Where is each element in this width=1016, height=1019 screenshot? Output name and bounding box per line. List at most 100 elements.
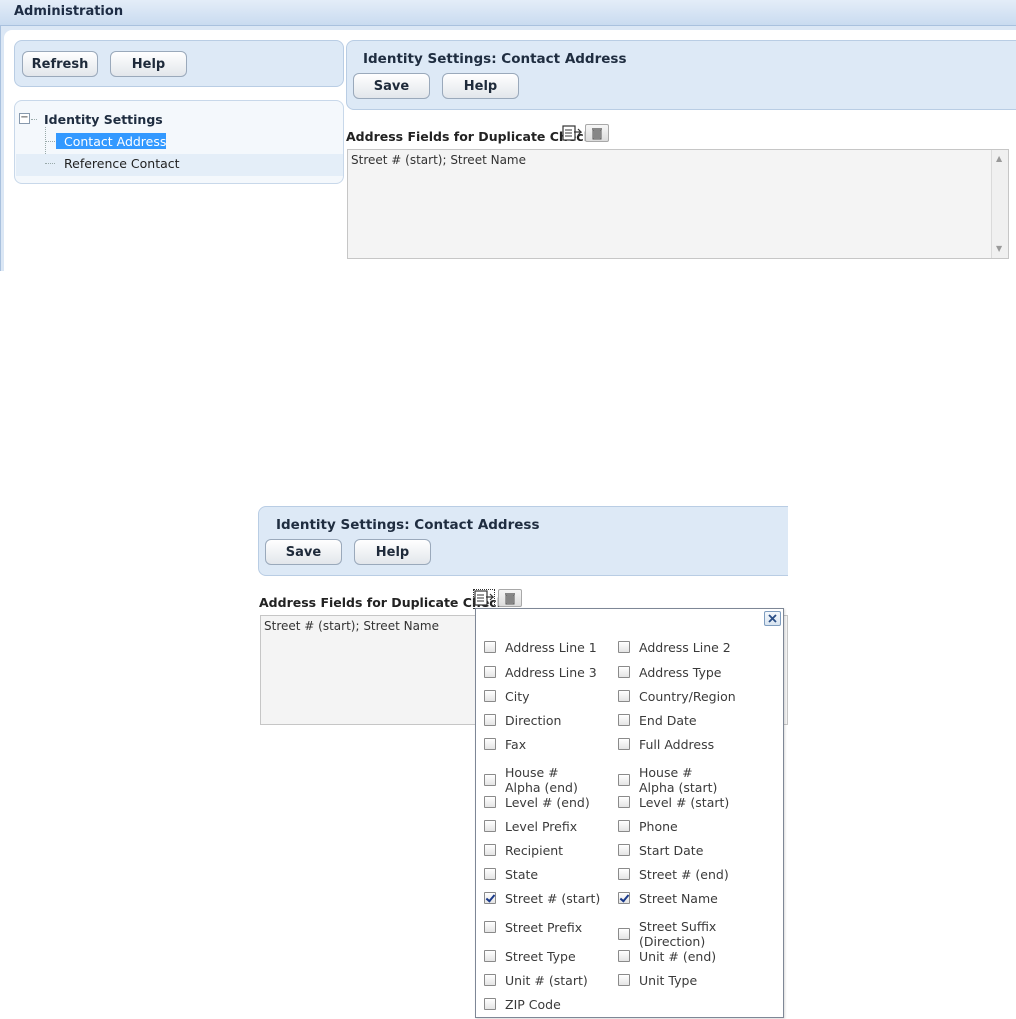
checkbox-icon[interactable] bbox=[618, 796, 630, 808]
checkbox-icon[interactable] bbox=[618, 950, 630, 962]
option-house-alpha-start[interactable]: House # Alpha (start) bbox=[618, 765, 778, 795]
checkbox-icon[interactable] bbox=[618, 666, 630, 678]
option-recipient[interactable]: Recipient bbox=[484, 842, 612, 858]
tree-item-contact-address[interactable]: Contact Address bbox=[64, 134, 166, 149]
option-street-start[interactable]: Street # (start) bbox=[484, 890, 612, 906]
checkbox-icon[interactable] bbox=[618, 974, 630, 986]
checkbox-icon[interactable] bbox=[618, 690, 630, 702]
checkbox-icon[interactable] bbox=[484, 950, 496, 962]
clear-trash-icon-2[interactable] bbox=[498, 589, 522, 607]
option-label: House # Alpha (start) bbox=[639, 765, 718, 795]
option-address-type[interactable]: Address Type bbox=[618, 664, 778, 680]
option-level-prefix[interactable]: Level Prefix bbox=[484, 818, 612, 834]
option-label: Unit Type bbox=[639, 972, 698, 988]
field-picker-icon-active[interactable] bbox=[473, 589, 495, 609]
option-end-date[interactable]: End Date bbox=[618, 712, 778, 728]
option-level-start[interactable]: Level # (start) bbox=[618, 794, 778, 810]
checkbox-icon[interactable] bbox=[484, 998, 496, 1010]
option-label: Street Type bbox=[505, 948, 576, 964]
tree-root-identity-settings[interactable]: Identity Settings bbox=[44, 112, 163, 127]
option-fax[interactable]: Fax bbox=[484, 736, 612, 752]
checkbox-icon[interactable] bbox=[484, 921, 496, 933]
option-start-date[interactable]: Start Date bbox=[618, 842, 778, 858]
checkbox-icon[interactable] bbox=[484, 666, 496, 678]
checkbox-icon[interactable] bbox=[618, 844, 630, 856]
checkbox-icon[interactable] bbox=[484, 844, 496, 856]
option-street-prefix[interactable]: Street Prefix bbox=[484, 919, 612, 935]
checkbox-icon[interactable] bbox=[618, 774, 630, 786]
option-label: Phone bbox=[639, 818, 678, 834]
close-icon[interactable] bbox=[764, 611, 781, 626]
option-country-region[interactable]: Country/Region bbox=[618, 688, 778, 704]
option-label: Street Prefix bbox=[505, 919, 583, 935]
option-label: Direction bbox=[505, 712, 562, 728]
option-label: Recipient bbox=[505, 842, 564, 858]
detail-help-button-2[interactable]: Help bbox=[354, 539, 431, 565]
checkbox-icon[interactable] bbox=[484, 714, 496, 726]
option-label: Address Line 3 bbox=[505, 664, 597, 680]
option-street-name[interactable]: Street Name bbox=[618, 890, 778, 906]
checkbox-icon[interactable] bbox=[618, 868, 630, 880]
option-label: Address Line 2 bbox=[639, 639, 731, 655]
textarea-scrollbar[interactable]: ▲ ▼ bbox=[991, 150, 1008, 258]
option-unit-end[interactable]: Unit # (end) bbox=[618, 948, 778, 964]
option-state[interactable]: State bbox=[484, 866, 612, 882]
field-picker-icon[interactable] bbox=[562, 125, 583, 143]
option-address-line-3[interactable]: Address Line 3 bbox=[484, 664, 612, 680]
checkbox-icon[interactable] bbox=[618, 641, 630, 653]
checkbox-icon[interactable] bbox=[484, 690, 496, 702]
option-phone[interactable]: Phone bbox=[618, 818, 778, 834]
option-street-end[interactable]: Street # (end) bbox=[618, 866, 778, 882]
option-label: Start Date bbox=[639, 842, 704, 858]
checkbox-checked-icon[interactable] bbox=[484, 892, 496, 904]
option-zip-code[interactable]: ZIP Code bbox=[484, 996, 612, 1012]
checkbox-icon[interactable] bbox=[484, 738, 496, 750]
option-label: Level Prefix bbox=[505, 818, 578, 834]
checkbox-icon[interactable] bbox=[618, 928, 630, 940]
checkbox-icon[interactable] bbox=[484, 774, 496, 786]
option-label: Unit # (end) bbox=[639, 948, 717, 964]
detail-header-title: Identity Settings: Contact Address bbox=[363, 51, 627, 67]
option-street-type[interactable]: Street Type bbox=[484, 948, 612, 964]
checkbox-icon[interactable] bbox=[618, 738, 630, 750]
checkbox-icon[interactable] bbox=[484, 868, 496, 880]
option-house-alpha-end[interactable]: House # Alpha (end) bbox=[484, 765, 612, 795]
checkbox-icon[interactable] bbox=[618, 714, 630, 726]
detail-help-button[interactable]: Help bbox=[442, 73, 519, 99]
option-label: Country/Region bbox=[639, 688, 736, 704]
scroll-up-icon[interactable]: ▲ bbox=[996, 154, 1002, 163]
option-label: Street # (end) bbox=[639, 866, 729, 882]
scroll-down-icon[interactable]: ▼ bbox=[996, 244, 1002, 253]
checkbox-icon[interactable] bbox=[484, 820, 496, 832]
option-street-suffix-direction[interactable]: Street Suffix (Direction) bbox=[618, 919, 778, 949]
save-button-2[interactable]: Save bbox=[265, 539, 342, 565]
duplicate-check-label: Address Fields for Duplicate Check bbox=[346, 129, 593, 144]
checkbox-icon[interactable] bbox=[618, 820, 630, 832]
option-address-line-1[interactable]: Address Line 1 bbox=[484, 639, 612, 655]
checkbox-icon[interactable] bbox=[484, 974, 496, 986]
option-full-address[interactable]: Full Address bbox=[618, 736, 778, 752]
checkbox-icon[interactable] bbox=[484, 641, 496, 653]
admin-titlebar: Administration bbox=[0, 0, 1016, 26]
option-direction[interactable]: Direction bbox=[484, 712, 612, 728]
tree-panel: − Identity Settings Contact Address Refe… bbox=[14, 100, 344, 184]
detail-header-title-2: Identity Settings: Contact Address bbox=[276, 517, 540, 533]
left-help-button[interactable]: Help bbox=[110, 51, 187, 77]
collapse-toggle-icon[interactable]: − bbox=[19, 113, 30, 124]
refresh-button[interactable]: Refresh bbox=[22, 51, 98, 77]
option-address-line-2[interactable]: Address Line 2 bbox=[618, 639, 778, 655]
clear-trash-icon[interactable] bbox=[585, 124, 609, 142]
admin-title: Administration bbox=[14, 4, 124, 19]
option-label: Full Address bbox=[639, 736, 715, 752]
option-level-end[interactable]: Level # (end) bbox=[484, 794, 612, 810]
save-button[interactable]: Save bbox=[353, 73, 430, 99]
option-label: ZIP Code bbox=[505, 996, 561, 1012]
tree-item-reference-contact[interactable]: Reference Contact bbox=[64, 156, 180, 171]
panel-cut-mask bbox=[788, 500, 818, 590]
option-city[interactable]: City bbox=[484, 688, 612, 704]
checkbox-checked-icon[interactable] bbox=[618, 892, 630, 904]
checkbox-icon[interactable] bbox=[484, 796, 496, 808]
option-unit-type[interactable]: Unit Type bbox=[618, 972, 778, 988]
duplicate-check-textarea[interactable]: Street # (start); Street Name bbox=[347, 149, 1009, 259]
option-unit-start[interactable]: Unit # (start) bbox=[484, 972, 612, 988]
